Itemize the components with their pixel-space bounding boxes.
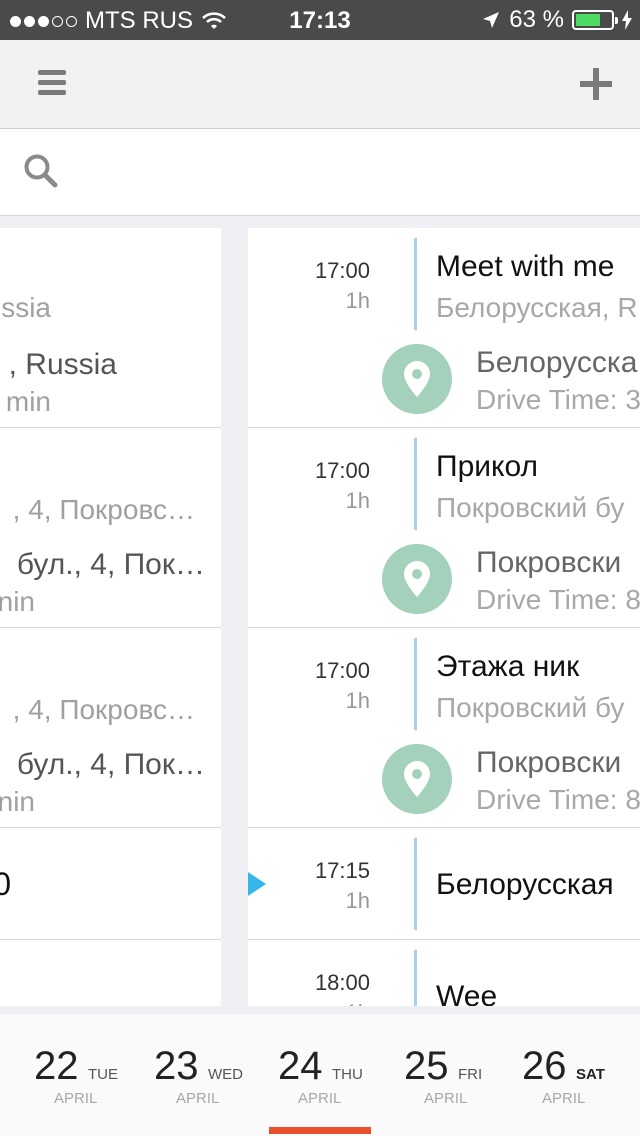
nav-bar: [0, 40, 640, 129]
search-icon[interactable]: [22, 152, 60, 190]
location-arrow-icon: [483, 12, 500, 28]
event-item[interactable]: 17:00 1h Прикол Покровский бу Покровски …: [248, 428, 640, 628]
list-item-location: бул., 4, Пок…: [16, 748, 205, 781]
event-title: Белорусская: [436, 868, 614, 901]
location-pin-button[interactable]: [382, 744, 452, 814]
map-pin-icon: [404, 361, 430, 397]
list-item-subtitle: , 4, Покровс…: [12, 494, 195, 525]
day-month: APRIL: [542, 1090, 586, 1107]
event-calendar-bar: [414, 238, 417, 330]
battery-percent: 63 %: [509, 6, 564, 33]
status-right: 63 %: [481, 6, 632, 34]
event-calendar-bar: [414, 638, 417, 730]
event-time: 17:00: [314, 258, 370, 283]
event-item[interactable]: 17:00 1h Meet with me Белорусская, R Бел…: [248, 228, 640, 428]
day-number: 23: [154, 1044, 199, 1088]
day-weekday: FRI: [458, 1066, 483, 1083]
event-duration: 1h: [345, 488, 370, 513]
charging-bolt-icon: [622, 10, 632, 30]
status-bar: MTS RUS 17:13 63 %: [0, 0, 640, 40]
current-time-marker: [248, 872, 266, 896]
day-weekday: WED: [208, 1066, 243, 1083]
map-pin-icon: [404, 561, 430, 597]
day-month: APRIL: [176, 1090, 220, 1107]
event-location: Покровский бу: [436, 492, 625, 523]
date-selector: 22 TUE APRIL 23 WED APRIL 24 THU APRIL 2…: [0, 1014, 640, 1136]
event-title: Meet with me: [436, 250, 615, 283]
day-month: APRIL: [298, 1090, 342, 1107]
event-duration: 1h: [345, 688, 370, 713]
search-input[interactable]: [80, 150, 624, 196]
list-item[interactable]: 0: [0, 828, 221, 940]
event-title: Прикол: [436, 450, 538, 483]
location-pin-button[interactable]: [382, 344, 452, 414]
day-number: 24: [278, 1044, 323, 1088]
event-item[interactable]: 17:15 1h Белорусская: [248, 828, 640, 940]
drive-time: Drive Time: 8: [476, 584, 640, 615]
event-location: Покровский бу: [436, 692, 625, 723]
menu-button[interactable]: [30, 66, 72, 102]
list-item[interactable]: , 4, Покровс… бул., 4, Пок… nin: [0, 628, 221, 828]
plus-icon: [580, 68, 612, 100]
event-calendar-bar: [414, 438, 417, 530]
previous-day-panel[interactable]: ssia , Russia min , 4, Покровс… бул., 4,…: [0, 228, 221, 1006]
event-calendar-bar: [414, 950, 417, 1006]
list-item[interactable]: , 4, Покровс… бул., 4, Пок… nin: [0, 428, 221, 628]
day-number: 25: [404, 1044, 449, 1088]
event-location: Белорусская, R: [436, 292, 638, 323]
add-event-button[interactable]: [574, 62, 618, 106]
list-item-location: , Russia: [8, 348, 117, 381]
day-number: 26: [522, 1044, 567, 1088]
list-item-drive-time: nin: [0, 586, 35, 617]
location-pin-button[interactable]: [382, 544, 452, 614]
event-item[interactable]: 18:00 1h Wee: [248, 940, 640, 1006]
list-item-title: 0: [0, 866, 11, 902]
day-number: 22: [34, 1044, 79, 1088]
day-weekday: TUE: [88, 1066, 118, 1083]
drive-time: Drive Time: 8: [476, 784, 640, 815]
event-item[interactable]: 17:00 1h Этажа ник Покровский бу Покровс…: [248, 628, 640, 828]
map-pin-icon: [404, 761, 430, 797]
day-weekday: SAT: [576, 1066, 605, 1083]
selected-day-indicator: [269, 1127, 371, 1134]
event-time: 17:15: [314, 858, 370, 883]
travel-destination: Покровски: [476, 546, 622, 579]
day-events-panel: 17:00 1h Meet with me Белорусская, R Бел…: [248, 228, 640, 1006]
event-time: 17:00: [314, 658, 370, 683]
day-month: APRIL: [54, 1090, 98, 1107]
event-duration: 1h: [345, 888, 370, 913]
list-item[interactable]: ssia , Russia min: [0, 228, 221, 428]
event-title: Wee: [436, 980, 498, 1006]
day-weekday: THU: [332, 1066, 363, 1083]
event-time: 17:00: [314, 458, 370, 483]
event-time: 18:00: [314, 970, 370, 995]
list-item-subtitle: , 4, Покровс…: [12, 694, 195, 725]
list-item-location: бул., 4, Пок…: [16, 548, 205, 581]
battery-icon: [572, 10, 618, 30]
list-item-subtitle: ssia: [1, 292, 51, 323]
day-month: APRIL: [424, 1090, 468, 1107]
event-duration: 1h: [346, 1000, 370, 1006]
list-item-drive-time: nin: [0, 786, 35, 817]
travel-destination: Покровски: [476, 746, 622, 779]
list-item-drive-time: min: [5, 386, 51, 417]
travel-destination: Белорусска: [476, 346, 638, 379]
event-title: Этажа ник: [436, 650, 580, 683]
event-duration: 1h: [345, 288, 370, 313]
drive-time: Drive Time: 3: [476, 384, 640, 415]
event-calendar-bar: [414, 838, 417, 930]
